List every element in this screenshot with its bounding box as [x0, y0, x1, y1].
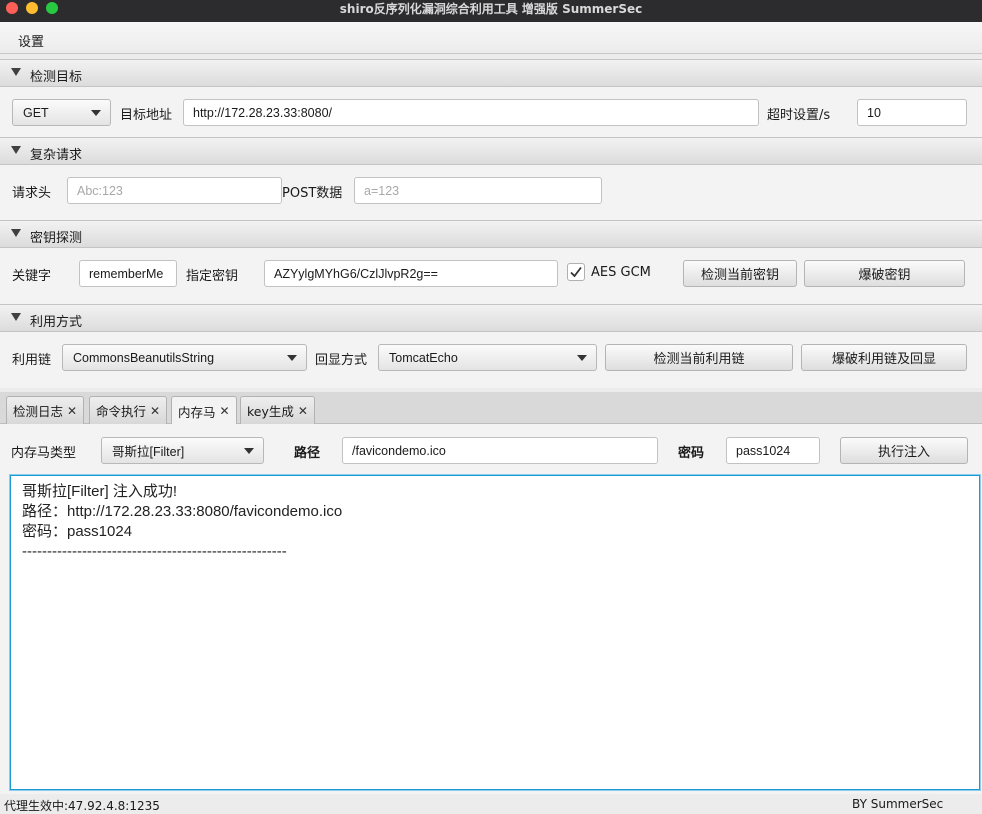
collapse-triangle-icon	[11, 229, 21, 237]
section-title-key: 密钥探测	[30, 231, 83, 246]
password-input[interactable]: pass1024	[726, 437, 820, 464]
headers-label: 请求头	[12, 186, 52, 201]
close-tab-icon[interactable]: ✕	[150, 404, 160, 418]
title-bar: shiro反序列化漏洞综合利用工具 增强版 SummerSec	[0, 0, 982, 22]
output-textarea[interactable]: 哥斯拉[Filter] 注入成功! 路径：http://172.28.23.33…	[10, 475, 980, 790]
inject-button[interactable]: 执行注入	[840, 437, 968, 464]
section-title-exploit: 利用方式	[30, 315, 83, 330]
password-label: 密码	[678, 446, 705, 461]
timeout-label: 超时设置/s	[767, 108, 831, 123]
echo-label: 回显方式	[315, 353, 368, 368]
url-label: 目标地址	[120, 108, 173, 123]
menu-bar: 设置	[0, 22, 982, 54]
collapse-triangle-icon	[11, 68, 21, 76]
section-title-target: 检测目标	[30, 70, 83, 85]
method-value: GET	[23, 105, 49, 120]
key-input[interactable]: AZYylgMYhG6/CzlJlvpR2g==	[264, 260, 558, 287]
section-header-key[interactable]: 密钥探测	[0, 220, 982, 248]
tab-strip: 检测日志 ✕ 命令执行 ✕ 内存马 ✕ key生成 ✕	[0, 392, 982, 425]
method-select[interactable]: GET	[12, 99, 111, 126]
tab-key-gen[interactable]: key生成 ✕	[240, 396, 315, 424]
tab-detection-log[interactable]: 检测日志 ✕	[6, 396, 85, 424]
dropdown-arrow-icon	[577, 354, 587, 361]
headers-placeholder: Abc:123	[77, 183, 123, 198]
tab-label: key生成	[247, 404, 294, 419]
dropdown-arrow-icon	[244, 447, 254, 454]
post-data-input[interactable]: a=123	[354, 177, 602, 204]
window-title: shiro反序列化漏洞综合利用工具 增强版 SummerSec	[339, 2, 643, 16]
close-tab-icon[interactable]: ✕	[220, 404, 230, 418]
post-data-label: POST数据	[282, 186, 343, 201]
section-header-exploit[interactable]: 利用方式	[0, 304, 982, 332]
dropdown-arrow-icon	[91, 109, 101, 116]
tab-memshell[interactable]: 内存马 ✕	[171, 396, 237, 425]
memshell-type-label: 内存马类型	[11, 446, 77, 461]
section-header-target[interactable]: 检测目标	[0, 59, 982, 87]
timeout-value: 10	[867, 105, 881, 120]
menu-settings[interactable]: 设置	[18, 31, 44, 50]
section-header-complex[interactable]: 复杂请求	[0, 137, 982, 165]
path-value: /favicondemo.ico	[352, 443, 446, 458]
password-value: pass1024	[736, 443, 791, 458]
close-tab-icon[interactable]: ✕	[298, 404, 308, 418]
close-tab-icon[interactable]: ✕	[67, 404, 77, 418]
echo-value: TomcatEcho	[389, 350, 458, 365]
section-title-complex: 复杂请求	[30, 148, 83, 163]
checkmark-icon	[570, 266, 582, 278]
echo-select[interactable]: TomcatEcho	[378, 344, 597, 371]
aes-gcm-label: AES GCM	[591, 265, 651, 280]
tab-command-exec[interactable]: 命令执行 ✕	[89, 396, 168, 424]
author-credit: BY SummerSec	[852, 797, 944, 811]
path-label: 路径	[294, 446, 321, 461]
collapse-triangle-icon	[11, 146, 21, 154]
brute-chain-button[interactable]: 爆破利用链及回显	[801, 344, 967, 371]
memshell-type-value: 哥斯拉[Filter]	[112, 445, 185, 459]
detect-key-button[interactable]: 检测当前密钥	[683, 260, 797, 287]
key-value: AZYylgMYhG6/CzlJlvpR2g==	[274, 266, 438, 281]
status-bar: 代理生效中:47.92.4.8:1235 BY SummerSec	[0, 794, 982, 813]
timeout-input[interactable]: 10	[857, 99, 967, 126]
aes-gcm-checkbox[interactable]	[567, 263, 585, 281]
dropdown-arrow-icon	[287, 354, 297, 361]
url-input[interactable]: http://172.28.23.33:8080/	[183, 99, 759, 126]
chain-select[interactable]: CommonsBeanutilsString	[62, 344, 307, 371]
keyword-input[interactable]: rememberMe	[79, 260, 177, 287]
collapse-triangle-icon	[11, 313, 21, 321]
keyword-label: 关键字	[12, 269, 52, 284]
tab-label: 命令执行	[96, 404, 147, 419]
chain-value: CommonsBeanutilsString	[73, 350, 215, 365]
post-data-placeholder: a=123	[364, 183, 400, 198]
specify-key-label: 指定密钥	[186, 269, 239, 284]
tab-label: 内存马	[178, 404, 216, 420]
brute-key-button[interactable]: 爆破密钥	[804, 260, 965, 287]
path-input[interactable]: /favicondemo.ico	[342, 437, 658, 464]
tab-label: 检测日志	[13, 404, 64, 419]
memshell-type-select[interactable]: 哥斯拉[Filter]	[101, 437, 264, 464]
chain-label: 利用链	[12, 353, 52, 368]
headers-input[interactable]: Abc:123	[67, 177, 282, 204]
detect-chain-button[interactable]: 检测当前利用链	[605, 344, 793, 371]
keyword-value: rememberMe	[89, 266, 164, 281]
url-value: http://172.28.23.33:8080/	[193, 105, 333, 120]
